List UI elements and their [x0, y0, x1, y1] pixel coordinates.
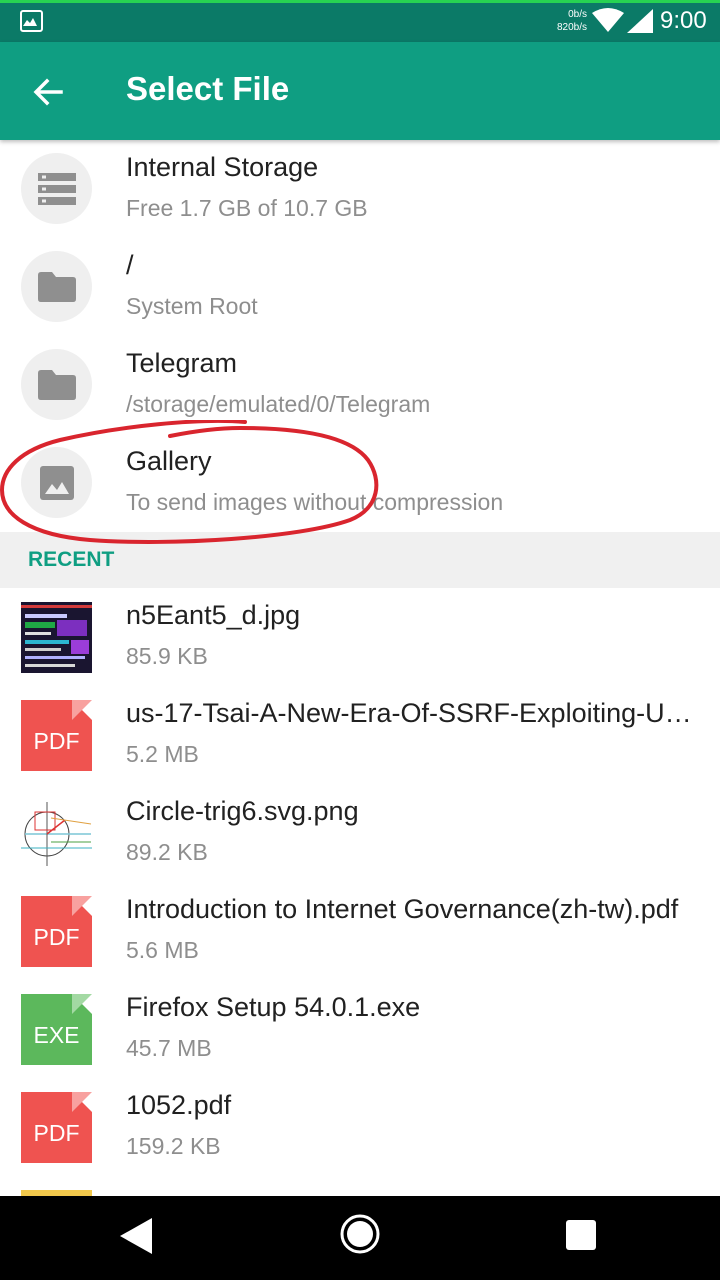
file-name: Circle-trig6.svg.png	[126, 796, 359, 826]
dir-title: Telegram	[126, 348, 238, 378]
image-thumbnail	[21, 602, 92, 673]
dir-item-telegram[interactable]: Telegram /storage/emulated/0/Telegram	[0, 336, 720, 434]
exe-file-icon: EXE	[21, 994, 92, 1065]
pdf-file-icon: PDF	[21, 896, 92, 967]
file-name: 1052.pdf	[126, 1090, 232, 1120]
image-thumbnail	[21, 798, 92, 869]
section-label: RECENT	[28, 548, 115, 571]
dir-item-system-root[interactable]: / System Root	[0, 238, 720, 336]
file-ext-label: PDF	[33, 924, 80, 950]
pdf-file-icon: PDF	[21, 700, 92, 771]
file-size: 159.2 KB	[126, 1133, 221, 1159]
wifi-icon	[592, 8, 624, 32]
dir-title: Gallery	[126, 446, 212, 476]
recent-file-item[interactable]: Circle-trig6.svg.png 89.2 KB	[0, 784, 720, 882]
pdf-file-icon: PDF	[21, 1092, 92, 1163]
file-size: 45.7 MB	[126, 1035, 212, 1061]
dir-title: /	[126, 250, 134, 280]
app-bar: Select File	[0, 42, 720, 140]
storage-icon	[21, 153, 92, 224]
recent-file-item[interactable]: PDF Introduction to Internet Governance(…	[0, 882, 720, 980]
cell-signal-icon	[627, 9, 653, 33]
net-down-speed: 820b/s	[556, 22, 587, 33]
nav-bar	[0, 1196, 720, 1280]
recent-section-header: RECENT	[0, 532, 720, 588]
file-size: 5.2 MB	[126, 741, 199, 767]
recent-file-item[interactable]: EXE Firefox Setup 54.0.1.exe 45.7 MB	[0, 980, 720, 1078]
file-name: Firefox Setup 54.0.1.exe	[126, 992, 421, 1022]
dir-item-internal-storage[interactable]: Internal Storage Free 1.7 GB of 10.7 GB	[0, 140, 720, 238]
file-size: 85.9 KB	[126, 643, 208, 669]
page-title: Select File	[126, 70, 290, 107]
dir-subtitle: Free 1.7 GB of 10.7 GB	[126, 195, 368, 221]
file-list[interactable]: Internal Storage Free 1.7 GB of 10.7 GB …	[0, 140, 720, 1196]
recent-file-item-partial[interactable]	[0, 1176, 720, 1196]
nav-home-icon[interactable]	[339, 1213, 381, 1255]
nav-recents-icon[interactable]	[566, 1220, 596, 1250]
network-speed: 0b/s 820b/s	[545, 8, 587, 34]
folder-icon	[21, 251, 92, 322]
file-size: 89.2 KB	[126, 839, 208, 865]
recent-file-item[interactable]: PDF 1052.pdf 159.2 KB	[0, 1078, 720, 1176]
net-up-speed: 0b/s	[568, 9, 587, 20]
file-size: 5.6 MB	[126, 937, 199, 963]
file-name: Introduction to Internet Governance(zh-t…	[126, 894, 679, 924]
file-ext-label: EXE	[33, 1022, 80, 1048]
recent-file-item[interactable]: n5Eant5_d.jpg 85.9 KB	[0, 588, 720, 686]
dir-subtitle: /storage/emulated/0/Telegram	[126, 391, 431, 417]
arrow-back-icon	[33, 78, 63, 106]
image-notification-icon	[20, 10, 43, 32]
status-bar-accent-line	[0, 0, 720, 3]
folder-icon	[21, 349, 92, 420]
nav-back-icon[interactable]	[118, 1216, 154, 1256]
file-name: us-17-Tsai-A-New-Era-Of-SSRF-Exploiting-…	[126, 698, 710, 728]
file-ext-label: PDF	[33, 1120, 80, 1146]
file-ext-label: PDF	[33, 728, 80, 754]
recent-file-item[interactable]: PDF us-17-Tsai-A-New-Era-Of-SSRF-Exploit…	[0, 686, 720, 784]
back-button[interactable]	[20, 64, 76, 120]
status-time: 9:00	[660, 7, 707, 34]
dir-title: Internal Storage	[126, 152, 319, 182]
dir-subtitle: To send images without compression	[126, 489, 504, 515]
status-bar: 0b/s 820b/s 9:00	[0, 0, 720, 42]
dir-item-gallery[interactable]: Gallery To send images without compressi…	[0, 434, 720, 532]
image-icon	[21, 447, 92, 518]
file-name: n5Eant5_d.jpg	[126, 600, 301, 630]
dir-subtitle: System Root	[126, 293, 258, 319]
